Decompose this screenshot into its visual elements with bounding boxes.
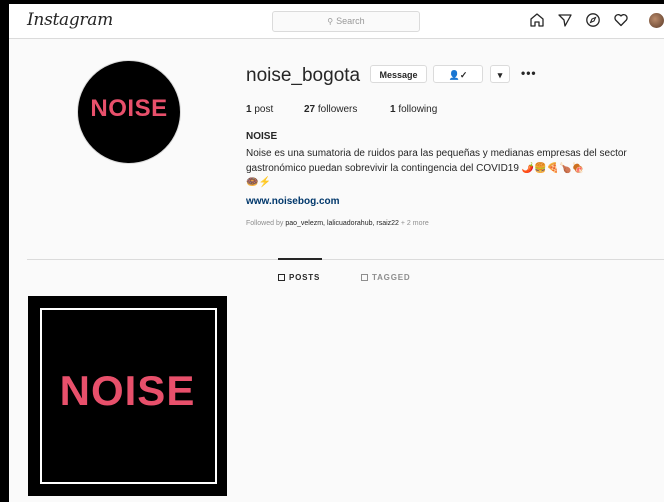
following-button[interactable]: 👤✓ — [433, 65, 483, 83]
profile-full-name: NOISE — [246, 131, 278, 142]
options-icon[interactable]: ••• — [521, 66, 537, 80]
tab-posts[interactable]: POSTS — [278, 273, 320, 282]
posts-count: 1 post — [246, 104, 274, 115]
activity-icon[interactable] — [613, 12, 629, 28]
profile-avatar-large: NOISE — [77, 60, 181, 164]
message-button[interactable]: Message — [370, 65, 427, 83]
suggested-accounts-button[interactable]: ▾ — [490, 65, 510, 83]
profile-username: noise_bogota — [246, 65, 361, 86]
post-thumbnail[interactable]: NOISE — [28, 296, 227, 496]
search-icon: ⚲ — [327, 17, 334, 26]
direct-icon[interactable] — [557, 12, 573, 28]
grid-icon — [278, 274, 285, 281]
tagged-icon — [361, 274, 368, 281]
search-input[interactable]: ⚲ Search — [272, 11, 420, 32]
post-logo-text: NOISE — [59, 367, 196, 414]
instagram-window: Instagram ⚲ Search NOISE noise_bogota Mes… — [9, 4, 664, 502]
profile-bio-emoji: 🍩⚡ — [246, 177, 271, 188]
instagram-logo[interactable]: Instagram — [27, 10, 113, 30]
tab-tagged[interactable]: TAGGED — [361, 273, 410, 282]
explore-icon[interactable] — [585, 12, 601, 28]
profile-bio: Noise es una sumatoria de ruidos para la… — [246, 148, 627, 174]
search-placeholder: Search — [336, 16, 365, 26]
active-tab-indicator — [278, 258, 322, 260]
home-icon[interactable] — [529, 12, 545, 28]
avatar-logo-text: NOISE — [90, 95, 168, 122]
following-link[interactable]: 1 following — [390, 104, 437, 115]
followed-by[interactable]: Followed by pao_velezm, lalicuadorahub, … — [246, 220, 429, 227]
top-nav: Instagram ⚲ Search — [9, 4, 664, 39]
followers-link[interactable]: 27 followers — [304, 104, 357, 115]
tabs-divider — [27, 259, 664, 260]
profile-website-link[interactable]: www.noisebog.com — [246, 196, 340, 207]
profile-avatar[interactable] — [649, 13, 664, 28]
